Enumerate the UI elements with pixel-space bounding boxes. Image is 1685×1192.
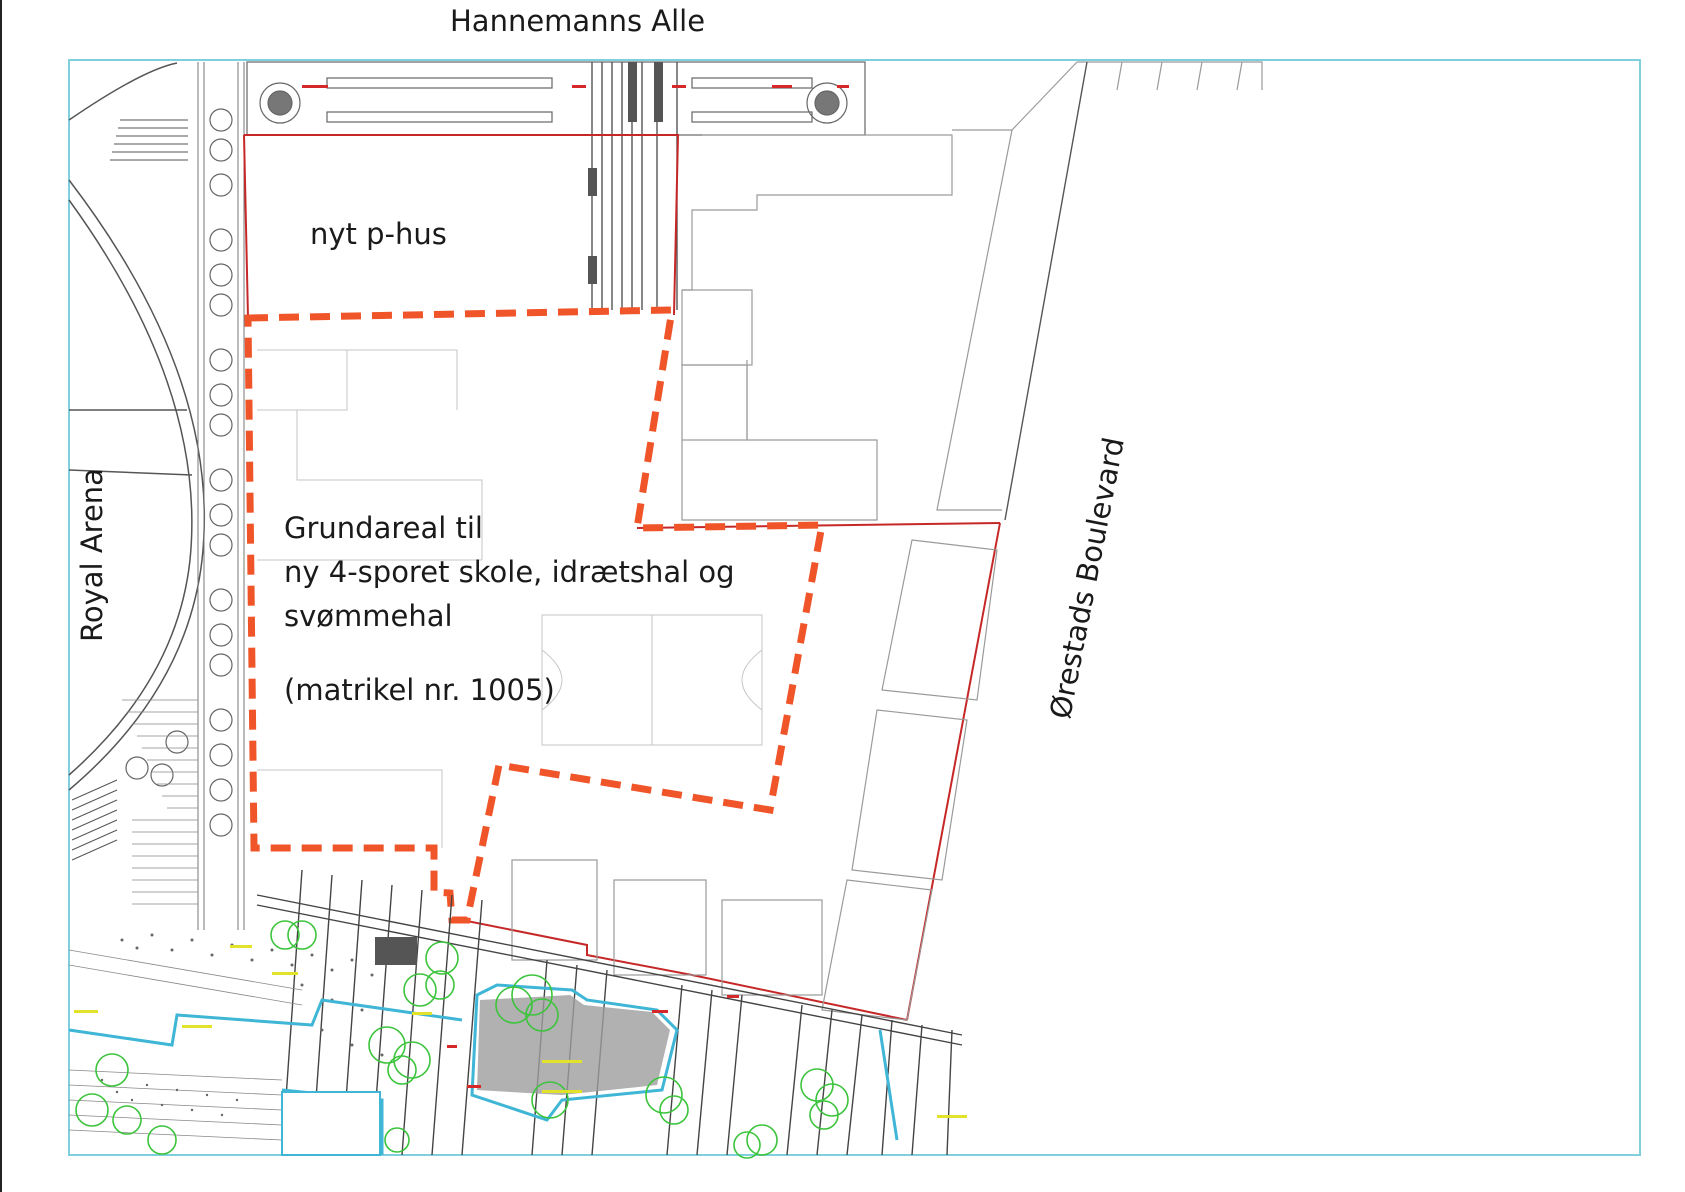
- plot-title-line: Grundareal til: [284, 511, 483, 545]
- trees: [75, 920, 849, 1159]
- street-name-hannemanns-alle: Hannemanns Alle: [450, 4, 706, 38]
- site-plan-drawing: [68, 59, 1641, 1159]
- plaza-paving: [122, 699, 198, 905]
- street-name-royal-arena: Royal Arena: [75, 468, 109, 642]
- parking-house-label: nyt p-hus: [310, 217, 447, 251]
- pavilion-box: [281, 1091, 381, 1156]
- south-plaza-light-lines: [68, 949, 303, 1141]
- orestads-boulevard-edge: [1004, 61, 1088, 521]
- plot-purpose-line: ny 4-sporet skole, idrætshal og: [284, 555, 735, 589]
- hannemanns-alle-strip: [246, 61, 866, 136]
- plot-purpose-line-cont: svømmehal: [284, 599, 453, 633]
- plot-cadastral-number: (matrikel nr. 1005): [284, 673, 555, 707]
- bench-block: [375, 937, 417, 965]
- site-plan-page: Hannemanns Alle Royal Arena Ørestads Bou…: [0, 0, 1685, 1192]
- promenade-lines: [197, 62, 245, 930]
- central-paved-square: [477, 995, 670, 1095]
- royal-arena-footprint: [68, 62, 205, 791]
- plot-description: Grundareal til ny 4-sporet skole, idræts…: [284, 506, 735, 712]
- plot-line-gap: [284, 638, 735, 668]
- bike-parking-blocks: [588, 62, 663, 284]
